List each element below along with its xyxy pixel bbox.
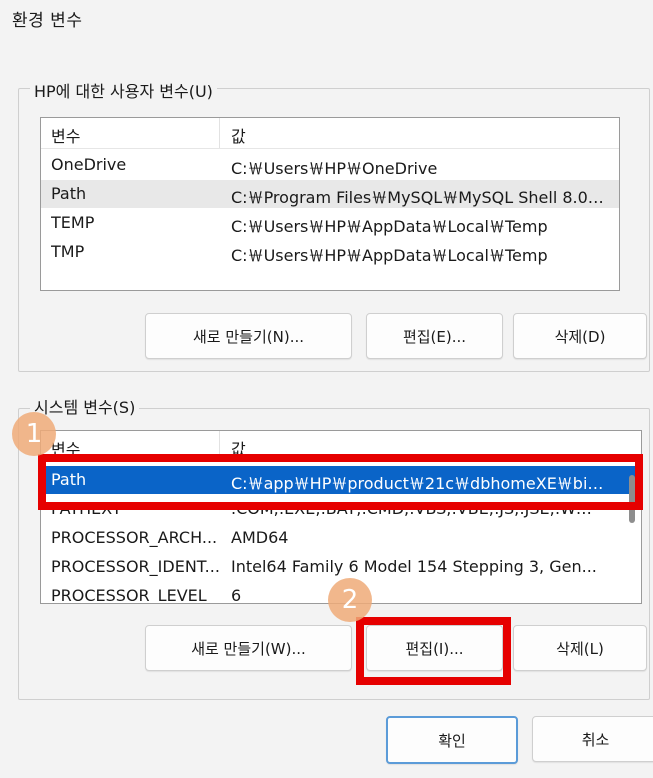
column-header-value[interactable]: 값 [231,436,246,460]
system-variables-label: 시스템 변수(S) [30,394,140,418]
system-variables-list[interactable]: 변수 값 Path C:￦app￦HP￦product￦21c￦dbhomeXE… [40,430,642,604]
variable-name: Path [51,470,87,489]
variable-name: TEMP [51,213,95,232]
column-separator[interactable] [219,431,220,461]
system-delete-button[interactable]: 삭제(L) [513,625,647,671]
user-variables-list[interactable]: 변수 값 OneDrive C:￦Users￦HP￦OneDrive Path … [40,117,620,291]
table-row[interactable]: Path C:￦app￦HP￦product￦21c￦dbhomeXE￦bin;… [41,466,641,494]
column-header-name[interactable]: 변수 [51,123,80,147]
step-1-badge: 1 [12,412,56,456]
table-row[interactable]: Path C:￦Program Files￦MySQL￦MySQL Shell … [41,180,619,208]
column-header-name[interactable]: 변수 [51,436,80,460]
step-2-badge: 2 [328,578,372,622]
column-separator[interactable] [219,118,220,148]
user-variables-label: HP에 대한 사용자 변수(U) [30,78,217,102]
table-row[interactable]: PROCESSOR_IDENT... Intel64 Family 6 Mode… [41,553,641,581]
variable-value: C:￦Users￦HP￦AppData￦Local￦Temp [231,246,548,265]
table-row[interactable]: OneDrive C:￦Users￦HP￦OneDrive [41,151,619,179]
user-edit-button[interactable]: 편집(E)... [366,313,503,359]
variable-value: Intel64 Family 6 Model 154 Stepping 3, G… [231,557,597,576]
variable-name: Path [51,184,87,203]
column-header-value[interactable]: 값 [231,123,246,147]
user-delete-button[interactable]: 삭제(D) [513,313,647,359]
variable-value: 6 [231,586,242,604]
variable-value: .COM;.EXE;.BAT;.CMD;.VBS;.VBE;.JS;.JSE;.… [231,499,601,518]
variable-value: AMD64 [231,528,289,547]
variable-name: PATHEXT [51,499,122,518]
variable-value: C:￦app￦HP￦product￦21c￦dbhomeXE￦bin;... [231,474,611,493]
dialog-title: 환경 변수 [12,11,83,31]
table-row[interactable]: TMP C:￦Users￦HP￦AppData￦Local￦Temp [41,238,619,266]
variable-value: C:￦Program Files￦MySQL￦MySQL Shell 8.0￦.… [231,188,616,207]
system-new-button[interactable]: 새로 만들기(W)... [145,625,352,671]
environment-variables-dialog: 환경 변수 HP에 대한 사용자 변수(U) 변수 값 OneDrive C:￦… [0,0,653,778]
ok-button[interactable]: 확인 [386,716,518,764]
variable-name: PROCESSOR_LEVEL [51,586,207,604]
table-row[interactable]: PROCESSOR_ARCH... AMD64 [41,524,641,552]
table-row[interactable]: PATHEXT .COM;.EXE;.BAT;.CMD;.VBS;.VBE;.J… [41,495,641,523]
user-variables-header: 변수 값 [41,118,619,149]
variable-name: PROCESSOR_ARCH... [51,528,218,547]
cancel-button[interactable]: 취소 [532,716,653,762]
variable-value: C:￦Users￦HP￦OneDrive [231,159,438,178]
user-new-button[interactable]: 새로 만들기(N)... [145,313,352,359]
variable-name: PROCESSOR_IDENT... [51,557,220,576]
variable-name: TMP [51,242,85,261]
system-edit-button[interactable]: 편집(I)... [366,625,503,671]
system-variables-header: 변수 값 [41,431,641,462]
variable-value: C:￦Users￦HP￦AppData￦Local￦Temp [231,217,548,236]
vertical-scrollbar[interactable] [629,475,635,523]
table-row[interactable]: TEMP C:￦Users￦HP￦AppData￦Local￦Temp [41,209,619,237]
variable-name: OneDrive [51,155,127,174]
